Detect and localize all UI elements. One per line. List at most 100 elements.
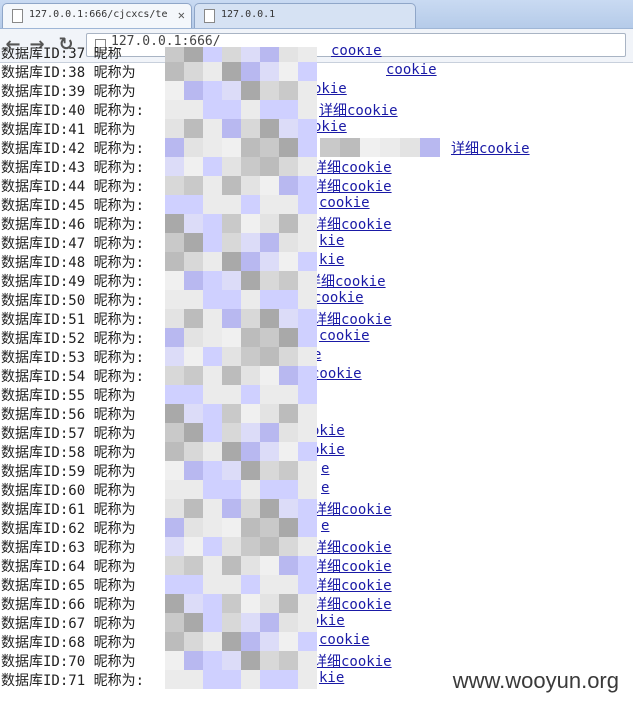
redaction-mosaic [222,176,241,195]
redaction-mosaic [165,556,184,575]
detail-cookie-link[interactable]: 详细cookie [451,138,530,158]
redaction-mosaic [222,613,241,632]
detail-cookie-link[interactable]: cookie [331,47,382,59]
redaction-mosaic [203,518,222,537]
record-id-label: 数据库ID:56 [1,407,94,423]
page-icon [12,9,23,23]
detail-cookie-link[interactable]: cookie [386,62,437,78]
nickname-label: 昵称为: [93,103,145,119]
close-icon[interactable]: ✕ [178,4,185,26]
detail-cookie-link[interactable]: 详细cookie [313,575,392,595]
redaction-mosaic [340,138,360,157]
list-item: 数据库ID:40 昵称为: 详细cookie [1,100,398,119]
list-item: 数据库ID:53 昵称为: e [1,347,321,366]
redaction-mosaic [260,613,279,632]
redaction-mosaic [260,518,279,537]
tab-bar: 127.0.0.1:666/cjcxcs/te ✕ 127.0.0.1 [0,0,633,29]
redaction-mosaic [222,157,241,176]
detail-cookie-link[interactable]: okie [313,119,347,135]
detail-cookie-link[interactable]: e [321,480,329,496]
record-id-label: 数据库ID:40 [1,103,94,119]
redaction-mosaic [360,138,380,157]
redaction-mosaic [260,404,279,423]
redaction-mosaic [279,670,298,689]
redaction-mosaic [241,385,260,404]
list-item: 数据库ID:51 昵称为: 详细cookie [1,309,392,328]
redaction-mosaic [400,138,420,157]
redaction-mosaic [241,632,260,651]
detail-cookie-link[interactable]: 详细cookie [313,176,392,196]
list-item: 数据库ID:56 昵称为e [1,404,309,423]
detail-cookie-link[interactable]: cookie [311,366,362,382]
redaction-mosaic [279,157,298,176]
redaction-mosaic [203,670,222,689]
redaction-mosaic [260,290,279,309]
detail-cookie-link[interactable]: 详细cookie [313,537,392,557]
detail-cookie-link[interactable]: 详细cookie [313,499,392,519]
detail-cookie-link[interactable]: 详细cookie [313,214,392,234]
redaction-mosaic [241,537,260,556]
detail-cookie-link[interactable]: cookie [319,632,370,648]
detail-cookie-link[interactable]: 详细cookie [319,100,398,120]
redaction-mosaic [222,537,241,556]
redaction-mosaic [298,385,317,404]
list-item: 数据库ID:58 昵称为 okie [1,442,345,461]
redaction-mosaic [241,81,260,100]
list-item: 数据库ID:42 昵称为: 详细cookie [1,138,530,157]
redaction-mosaic [222,423,241,442]
list-item: 数据库ID:49 昵称为: 详细cookie [1,271,386,290]
redaction-mosaic [165,233,184,252]
detail-cookie-link[interactable]: 详细cookie [313,594,392,614]
redaction-mosaic [165,670,184,689]
redaction-mosaic [165,309,184,328]
detail-cookie-link[interactable]: 详细cookie [307,271,386,291]
detail-cookie-link[interactable]: e [321,461,329,477]
redaction-mosaic [298,195,317,214]
redaction-mosaic [165,271,184,290]
record-id-label: 数据库ID:47 [1,236,94,252]
record-id-label: 数据库ID:57 [1,426,94,442]
detail-cookie-link[interactable]: cookie [319,328,370,344]
nickname-label: 昵称为: [93,673,145,689]
record-id-label: 数据库ID:58 [1,445,94,461]
redaction-mosaic [260,461,279,480]
list-item: 数据库ID:52 昵称为: cookie [1,328,370,347]
detail-cookie-link[interactable]: 详细cookie [313,556,392,576]
redaction-mosaic [203,575,222,594]
redaction-mosaic [184,537,203,556]
redaction-mosaic [184,138,203,157]
list-item: 数据库ID:50 昵称为: cookie [1,290,364,309]
redaction-mosaic [298,157,317,176]
tab-inactive[interactable]: 127.0.0.1 [194,3,416,28]
redaction-mosaic [165,119,184,138]
redaction-mosaic [222,195,241,214]
record-id-label: 数据库ID:64 [1,559,94,575]
nickname-label: 昵称为 [93,559,136,575]
redaction-mosaic [260,176,279,195]
redaction-mosaic [260,575,279,594]
detail-cookie-link[interactable]: cookie [319,195,370,211]
tab-active[interactable]: 127.0.0.1:666/cjcxcs/te ✕ [2,3,192,28]
detail-cookie-link[interactable]: 详细cookie [313,309,392,329]
redaction-mosaic [165,632,184,651]
redaction-mosaic [184,499,203,518]
redaction-mosaic [241,518,260,537]
detail-cookie-link[interactable]: okie [313,81,347,97]
redaction-mosaic [241,176,260,195]
detail-cookie-link[interactable]: kie [319,252,344,268]
redaction-mosaic [222,651,241,670]
detail-cookie-link[interactable]: cookie [313,290,364,306]
redaction-mosaic [222,632,241,651]
detail-cookie-link[interactable]: e [321,518,329,534]
detail-cookie-link[interactable]: kie [319,233,344,249]
detail-cookie-link[interactable]: 详细cookie [313,157,392,177]
redaction-mosaic [222,233,241,252]
redaction-mosaic [203,347,222,366]
detail-cookie-link[interactable]: 详细cookie [313,651,392,671]
redaction-mosaic [241,499,260,518]
detail-cookie-link[interactable]: kie [319,670,344,686]
redaction-mosaic [165,157,184,176]
redaction-mosaic [241,157,260,176]
record-list: 数据库ID:37 昵称 cookie 数据库ID:38 昵称为 cookie 数据库ID… [0,47,633,704]
list-item: 数据库ID:64 昵称为 详细cookie [1,556,392,575]
